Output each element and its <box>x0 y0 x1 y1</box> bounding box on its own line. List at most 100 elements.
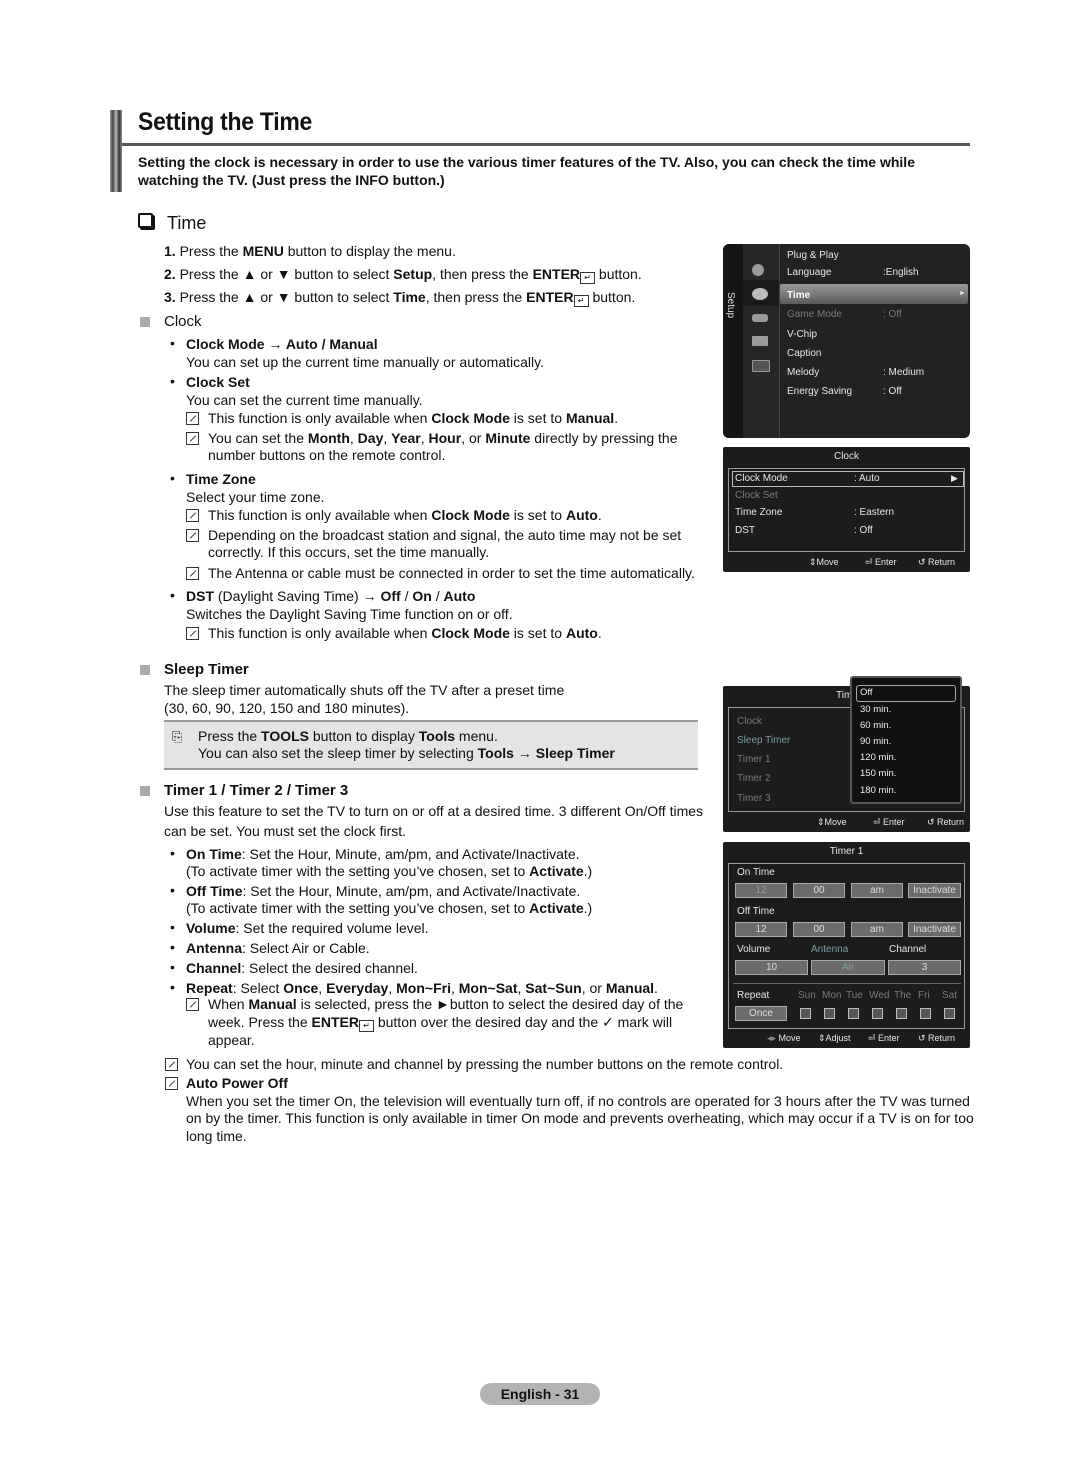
day-sun: Sun <box>798 990 816 1001</box>
menu-item-plug-and-play[interactable]: Plug & Play <box>787 250 839 261</box>
clock-set-note-1: This function is only available when Clo… <box>208 410 619 426</box>
option-180-min[interactable]: 180 min. <box>860 785 896 796</box>
clock-mode-value: : Auto <box>854 473 880 484</box>
support-help-icon[interactable] <box>752 360 770 372</box>
option-90-min[interactable]: 90 min. <box>860 736 891 747</box>
menu-item-clock[interactable]: Clock <box>737 716 762 727</box>
application-icon[interactable] <box>752 336 768 346</box>
auto-power-off-3: long time. <box>186 1128 247 1144</box>
input-icon[interactable] <box>752 314 768 322</box>
dst-value: : Off <box>854 525 873 536</box>
note-icon <box>186 412 199 425</box>
option-60-min[interactable]: 60 min. <box>860 720 891 731</box>
repeat-field[interactable]: Once <box>735 1006 787 1021</box>
note-icon <box>186 432 199 445</box>
on-time-item: On Time: Set the Hour, Minute, am/pm, an… <box>186 846 580 862</box>
setup-sidebar: Setup <box>723 244 743 438</box>
setup-side-label: Setup <box>725 292 736 319</box>
menu-item-melody[interactable]: Melody <box>787 367 819 378</box>
osd-setup-menu: Setup Plug & Play Language :English Time… <box>723 244 970 438</box>
menu-item-timer-3[interactable]: Timer 3 <box>737 793 771 804</box>
setup-gear-icon[interactable] <box>752 288 768 300</box>
day-sat: Sat <box>942 990 958 1001</box>
menu-item-time[interactable]: Time <box>787 290 810 301</box>
option-120-min[interactable]: 120 min. <box>860 752 896 763</box>
channel-field[interactable]: 3 <box>888 960 961 975</box>
enter-icon: ⏎ <box>868 1033 879 1043</box>
day-checkbox-fri[interactable] <box>920 1008 931 1019</box>
timers-desc-1: Use this feature to set the TV to turn o… <box>164 803 704 819</box>
adjust-hint: ⇕Adjust <box>818 1033 851 1043</box>
day-checkbox-wed[interactable] <box>872 1008 883 1019</box>
tools-icon: ⎘ <box>172 729 183 744</box>
day-checkbox-mon[interactable] <box>824 1008 835 1019</box>
tools-tip-2: You can also set the sleep timer by sele… <box>198 745 615 761</box>
picture-icon[interactable] <box>752 264 764 276</box>
leftright-arrows-icon: ◂▸ <box>767 1033 779 1043</box>
menu-item-timer-2[interactable]: Timer 2 <box>737 773 771 784</box>
antenna-item: Antenna: Select Air or Cable. <box>186 940 370 956</box>
return-hint: ↺ Return <box>918 1033 956 1043</box>
return-icon: ↺ <box>918 1033 929 1043</box>
day-checkbox-sat[interactable] <box>944 1008 955 1019</box>
time-zone-desc: Select your time zone. <box>186 489 325 505</box>
sleep-timer-heading: Sleep Timer <box>164 661 249 678</box>
off-time-hour[interactable]: 12 <box>735 922 787 937</box>
menu-item-energy-saving[interactable]: Energy Saving <box>787 386 852 397</box>
menu-item-caption[interactable]: Caption <box>787 348 821 359</box>
enter-hint: ⏎ Enter <box>868 1033 900 1043</box>
day-checkbox-sun[interactable] <box>800 1008 811 1019</box>
day-checkbox-tue[interactable] <box>848 1008 859 1019</box>
language-value: :English <box>883 267 919 278</box>
menu-item-game-mode[interactable]: Game Mode <box>787 309 842 320</box>
note-icon <box>186 627 199 640</box>
antenna-field[interactable]: Air <box>811 960 885 975</box>
return-hint: ↺ Return <box>918 557 956 567</box>
bullet-icon: • <box>170 959 175 975</box>
menu-item-timer-1[interactable]: Timer 1 <box>737 754 771 765</box>
bullet-icon: • <box>170 939 175 955</box>
osd-clock-menu: Clock Clock Mode : Auto ▶ Clock Set Time… <box>723 447 970 572</box>
return-icon: ↺ <box>927 817 938 827</box>
off-time-ampm[interactable]: am <box>851 922 903 937</box>
clock-set-note-2: You can set the Month, Day, Year, Hour, … <box>208 430 678 446</box>
menu-item-sleep-timer[interactable]: Sleep Timer <box>737 735 790 746</box>
off-time-item-cont: (To activate timer with the setting you’… <box>186 900 593 916</box>
option-30-min[interactable]: 30 min. <box>860 704 891 715</box>
day-checkbox-thu[interactable] <box>896 1008 907 1019</box>
dst-desc: Switches the Daylight Saving Time functi… <box>186 606 513 622</box>
note-icon <box>186 998 199 1011</box>
antenna-label: Antenna <box>811 944 849 955</box>
time-zone-item[interactable]: Time Zone <box>735 507 782 518</box>
enter-icon: ↵ <box>580 272 596 284</box>
repeat-label: Repeat <box>737 990 770 1001</box>
intro-text: Setting the clock is necessary in order … <box>138 154 915 188</box>
channel-label: Channel <box>889 944 927 955</box>
off-time-state[interactable]: Inactivate <box>908 922 961 937</box>
option-off[interactable]: Off <box>860 687 873 698</box>
enter-icon: ⏎ <box>873 817 884 827</box>
menu-item-v-chip[interactable]: V-Chip <box>787 329 817 340</box>
title-divider <box>122 143 970 146</box>
volume-label: Volume <box>737 944 771 955</box>
clock-mode-desc: You can set up the current time manually… <box>186 354 544 370</box>
timers-heading: Timer 1 / Timer 2 / Timer 3 <box>164 782 349 799</box>
on-time-state[interactable]: Inactivate <box>908 883 961 898</box>
timers-desc-2: can be set. You must set the clock first… <box>164 823 407 839</box>
clock-mode-item[interactable]: Clock Mode <box>735 473 788 484</box>
off-time-item: Off Time: Set the Hour, Minute, am/pm, a… <box>186 883 581 899</box>
on-time-minute[interactable]: 00 <box>793 883 845 898</box>
on-time-hour[interactable]: 12 <box>735 883 787 898</box>
off-time-minute[interactable]: 00 <box>793 922 845 937</box>
clock-set-item[interactable]: Clock Set <box>735 490 778 501</box>
volume-field[interactable]: 10 <box>735 960 808 975</box>
note-icon <box>165 1058 178 1071</box>
clock-mode-title: Clock Mode → Auto / Manual <box>186 336 378 352</box>
menu-item-language[interactable]: Language <box>787 267 832 278</box>
bullet-icon: • <box>170 587 175 603</box>
on-time-ampm[interactable]: am <box>851 883 903 898</box>
dst-item[interactable]: DST <box>735 525 755 536</box>
day-wed: Wed <box>869 990 890 1001</box>
step-3: 3. Press the ▲ or ▼ button to select Tim… <box>164 289 636 307</box>
option-150-min[interactable]: 150 min. <box>860 768 896 779</box>
